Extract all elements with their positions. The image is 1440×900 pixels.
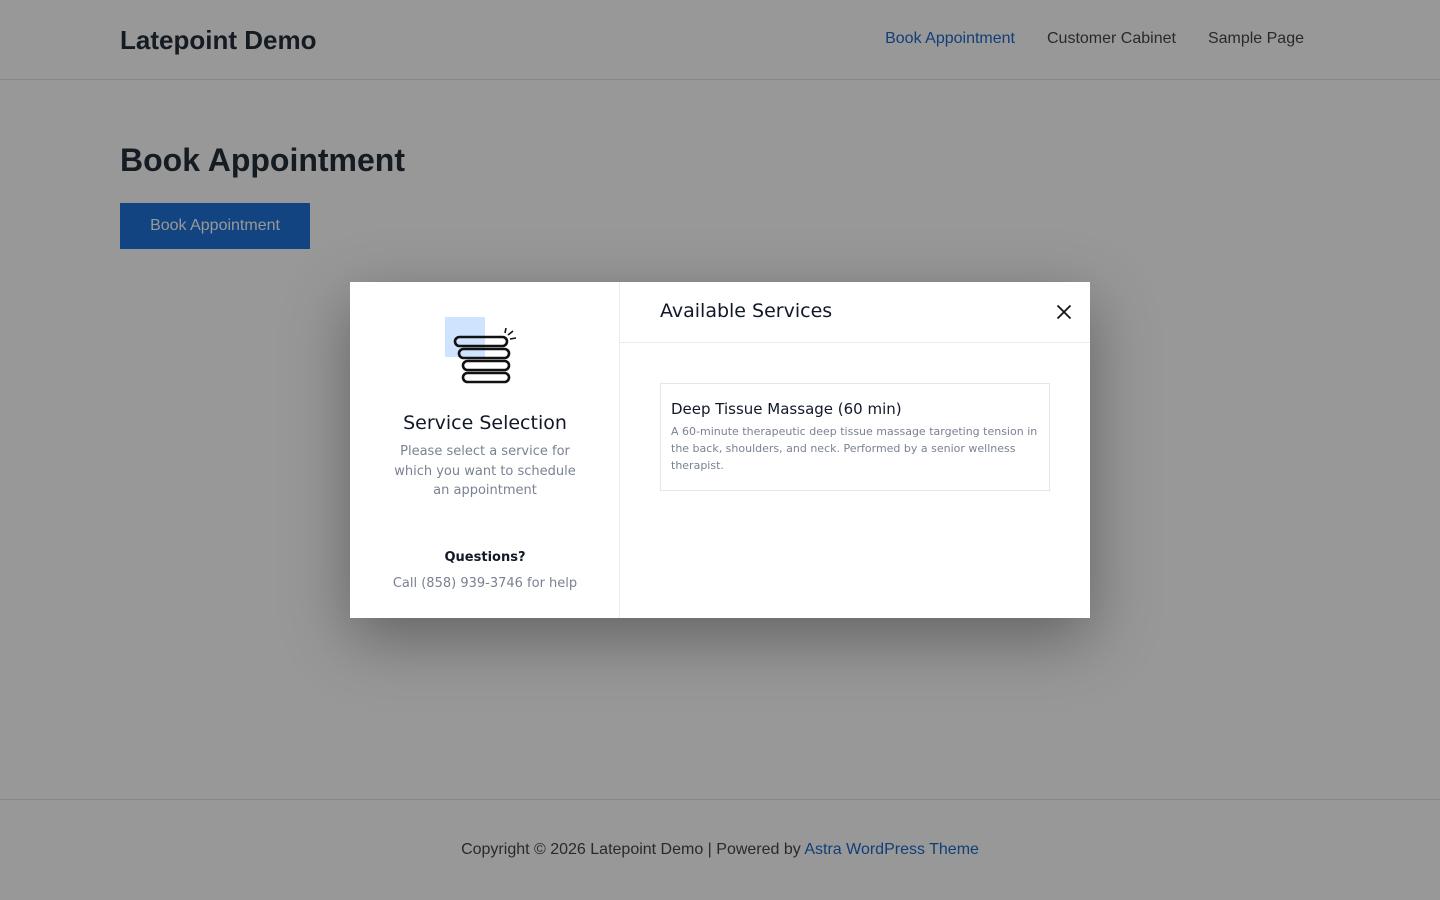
booking-modal: Service Selection Please select a servic…: [350, 282, 1090, 618]
step-content-panel: Available Services Deep Tissue Massage (…: [620, 282, 1090, 618]
step-info-panel: Service Selection Please select a servic…: [350, 282, 620, 618]
step-description: Please select a service for which you wa…: [394, 444, 576, 498]
service-list-icon: [445, 317, 517, 384]
close-icon[interactable]: [1054, 302, 1074, 322]
step-content-header: Available Services: [620, 282, 1090, 343]
available-services-title: Available Services: [660, 300, 833, 322]
help-phone-text: Call (858) 939-3746 for help: [392, 576, 578, 591]
service-option-deep-tissue-massage[interactable]: Deep Tissue Massage (60 min) A 60-minute…: [660, 383, 1050, 491]
step-title: Service Selection: [403, 412, 567, 434]
service-description: A 60-minute therapeutic deep tissue mass…: [671, 425, 1038, 472]
questions-heading: Questions?: [444, 550, 526, 565]
service-name: Deep Tissue Massage (60 min): [671, 400, 902, 418]
